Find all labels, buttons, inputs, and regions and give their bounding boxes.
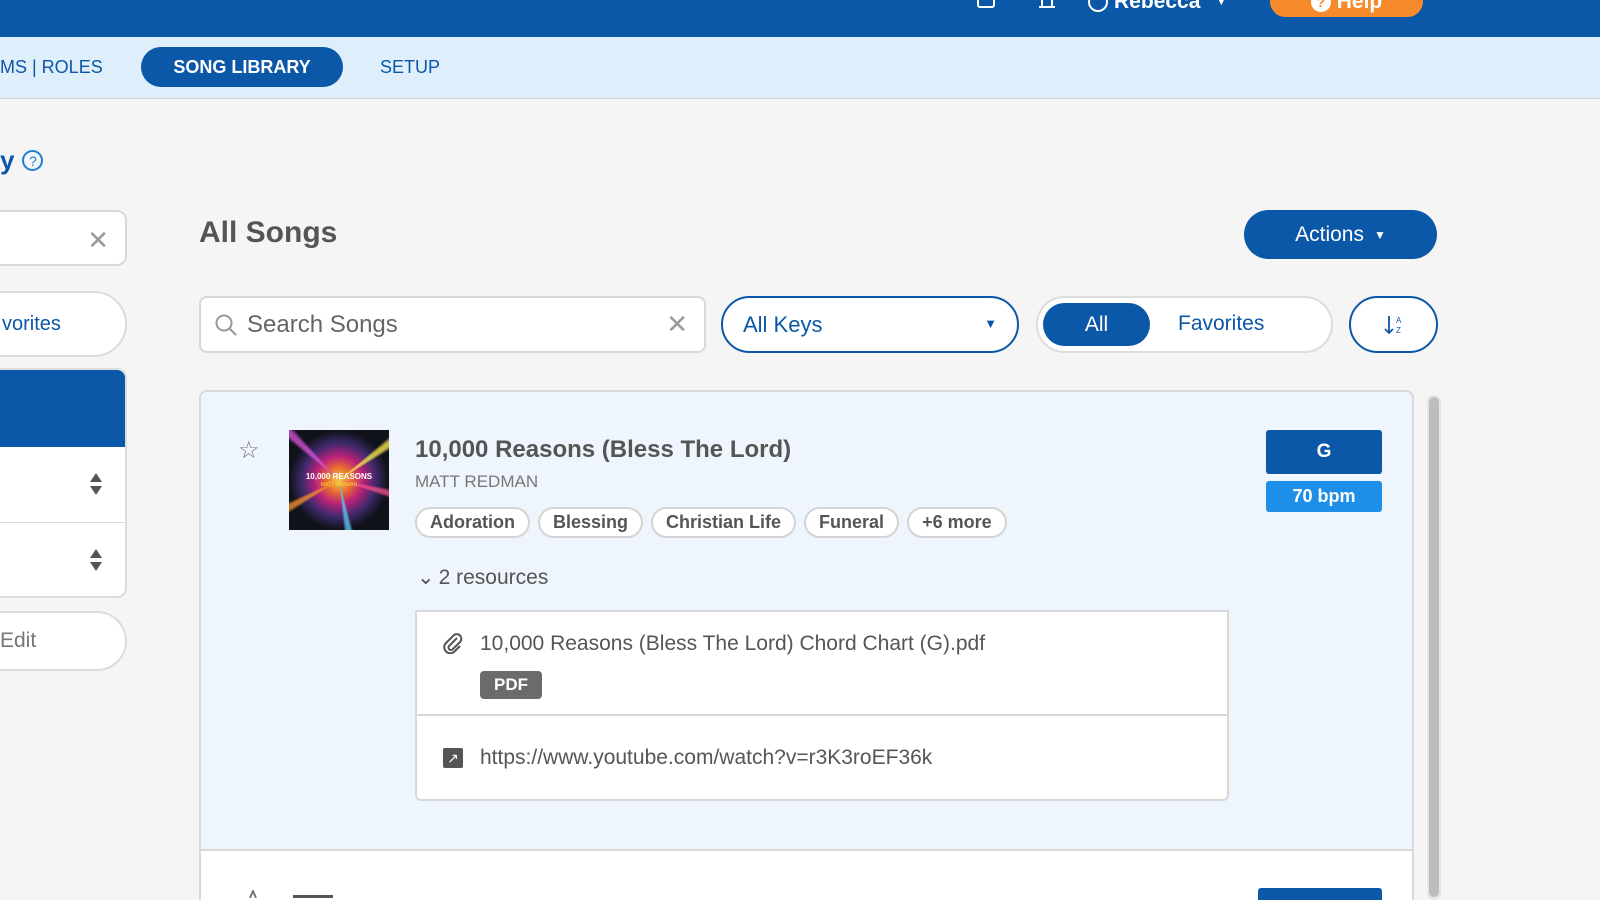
album-cover: 10,000 REASONS MATT REDMAN <box>289 430 389 530</box>
search-songs-input[interactable] <box>247 308 647 342</box>
star-icon[interactable]: ☆ <box>238 436 260 465</box>
tag[interactable]: Adoration <box>415 507 530 538</box>
caret-down-icon: ▼ <box>984 316 997 331</box>
search-icon <box>215 314 237 336</box>
tag[interactable]: Blessing <box>538 507 644 538</box>
album-cover-title: 10,000 REASONS <box>305 472 373 481</box>
filter-sort-row[interactable] <box>0 447 125 523</box>
key-badge[interactable]: G <box>1266 430 1382 474</box>
user-name: Rebecca <box>1114 0 1201 13</box>
user-icon <box>1088 0 1108 12</box>
tab-teams-roles[interactable]: MS | ROLES <box>0 57 103 78</box>
page-title-text: y <box>0 145 15 175</box>
clear-icon[interactable]: ✕ <box>87 225 109 256</box>
svg-text:Z: Z <box>1396 326 1401 335</box>
filter-sort-row[interactable] <box>0 523 125 596</box>
help-circle-icon[interactable]: ? <box>22 150 44 171</box>
left-search-input[interactable]: ✕ <box>0 210 127 266</box>
bell-icon[interactable] <box>1036 0 1058 8</box>
sort-updown-icon <box>90 549 102 571</box>
resource-item[interactable]: ↗ https://www.youtube.com/watch?v=r3K3ro… <box>417 716 1227 801</box>
page-heading: All Songs <box>199 216 338 249</box>
sort-button[interactable]: A Z <box>1349 296 1438 353</box>
tab-song-library[interactable]: SONG LIBRARY <box>141 47 343 87</box>
favorites-filter-button[interactable]: vorites <box>0 291 127 357</box>
filter-list <box>0 368 127 598</box>
bpm-badge: 70 bpm <box>1266 481 1382 512</box>
chevron-down-icon: ⌄ <box>417 566 435 589</box>
album-cover-artist: MATT REDMAN <box>320 482 358 488</box>
scrollbar[interactable] <box>1427 395 1441 900</box>
filter-selected-item[interactable] <box>0 370 125 447</box>
clear-search-icon[interactable]: ✕ <box>666 309 688 340</box>
user-menu[interactable]: Rebecca ▼ <box>1088 0 1226 14</box>
secondary-nav: MS | ROLES SONG LIBRARY SETUP <box>0 37 1600 99</box>
question-icon: ? <box>1310 0 1331 12</box>
top-bar: Rebecca ▼ ? Help <box>0 0 1600 37</box>
scrollbar-thumb[interactable] <box>1429 397 1439 897</box>
paperclip-icon <box>443 633 463 654</box>
toggle-favorites[interactable]: Favorites <box>1178 312 1264 336</box>
resource-item[interactable]: 10,000 Reasons (Bless The Lord) Chord Ch… <box>417 612 1227 716</box>
tag[interactable]: Funeral <box>804 507 900 538</box>
sort-az-icon: A Z <box>1383 315 1402 335</box>
help-button[interactable]: ? Help <box>1270 0 1423 17</box>
edit-button[interactable]: Edit <box>0 611 127 671</box>
song-tags: Adoration Blessing Christian Life Funera… <box>415 507 1007 538</box>
actions-button[interactable]: Actions ▼ <box>1244 210 1437 259</box>
caret-down-icon: ▼ <box>1373 227 1386 242</box>
song-card[interactable]: ☆ 10,000 REASONS MATT REDMAN 10,000 Reas… <box>201 392 1412 851</box>
keys-dropdown[interactable]: All Keys ▼ <box>721 296 1019 353</box>
song-artist: MATT REDMAN <box>415 472 539 491</box>
svg-text:A: A <box>1396 316 1402 325</box>
sort-updown-icon <box>90 473 102 495</box>
page-title: y ? <box>0 145 44 176</box>
all-favorites-toggle: All Favorites <box>1036 296 1333 353</box>
resources-list: 10,000 Reasons (Bless The Lord) Chord Ch… <box>415 610 1229 801</box>
toggle-all[interactable]: All <box>1043 303 1150 346</box>
next-song-key-badge[interactable] <box>1258 888 1382 900</box>
actions-label: Actions <box>1295 222 1364 246</box>
song-list: ☆ 10,000 REASONS MATT REDMAN 10,000 Reas… <box>199 390 1414 900</box>
resources-count: 2 resources <box>438 565 549 589</box>
resource-name[interactable]: 10,000 Reasons (Bless The Lord) Chord Ch… <box>480 632 985 656</box>
tab-setup[interactable]: SETUP <box>380 57 440 78</box>
tag[interactable]: Christian Life <box>651 507 797 538</box>
more-tags[interactable]: +6 more <box>907 507 1007 538</box>
next-song-partial <box>249 890 333 898</box>
help-label: Help <box>1336 0 1383 13</box>
resources-toggle[interactable]: ⌄ 2 resources <box>417 565 548 590</box>
keys-dropdown-value: All Keys <box>743 311 823 337</box>
calendar-icon[interactable] <box>977 0 995 8</box>
resource-link[interactable]: https://www.youtube.com/watch?v=r3K3roEF… <box>480 746 932 770</box>
search-songs-field: ✕ <box>199 296 706 353</box>
song-title[interactable]: 10,000 Reasons (Bless The Lord) <box>415 436 791 464</box>
external-link-icon: ↗ <box>443 748 463 768</box>
chevron-down-icon: ▼ <box>1216 0 1227 8</box>
file-type-badge: PDF <box>480 671 542 699</box>
